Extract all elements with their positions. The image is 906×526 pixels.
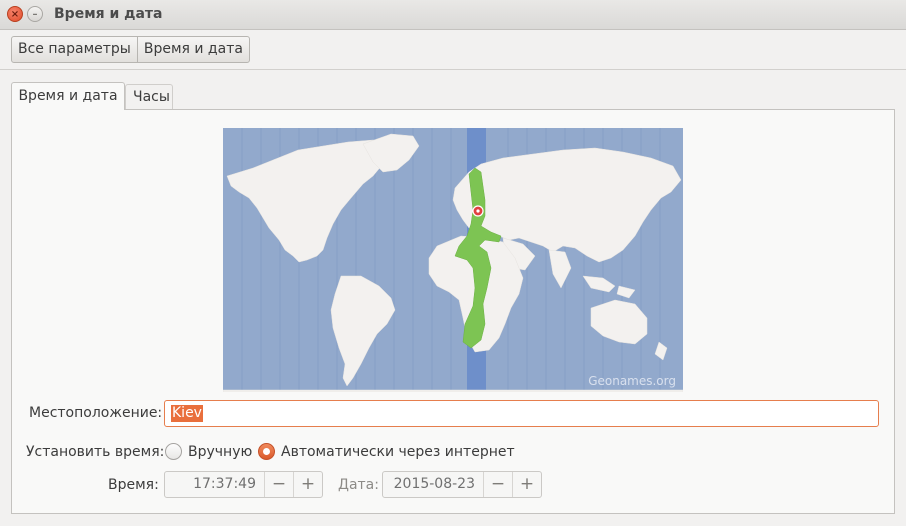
date-spinner[interactable]: 2015-08-23 − + <box>382 471 542 498</box>
set-time-label: Установить время: <box>26 444 165 460</box>
manual-radio-label[interactable]: Вручную <box>188 444 252 460</box>
breadcrumb-time-date[interactable]: Время и дата <box>136 37 249 62</box>
date-decrement-button[interactable]: − <box>483 472 512 497</box>
map-credit: Geonames.org <box>588 374 676 388</box>
window-title: Время и дата <box>54 6 163 22</box>
close-window-icon[interactable]: × <box>7 6 23 22</box>
title-bar: × – Время и дата <box>0 0 906 30</box>
time-value: 17:37:49 <box>193 476 256 492</box>
breadcrumb: Все параметры Время и дата <box>11 36 250 63</box>
time-spinner[interactable]: 17:37:49 − + <box>164 471 323 498</box>
location-pin-icon <box>472 205 484 217</box>
date-label: Дата: <box>338 477 379 493</box>
location-label: Местоположение: <box>29 405 163 421</box>
date-increment-button[interactable]: + <box>512 472 541 497</box>
location-value: Kiev <box>171 405 203 422</box>
time-increment-button[interactable]: + <box>293 472 322 497</box>
breadcrumb-all-settings[interactable]: Все параметры <box>12 37 137 62</box>
tab-time-date[interactable]: Время и дата <box>11 82 125 110</box>
time-label: Время: <box>108 477 159 493</box>
location-input[interactable]: Kiev <box>164 400 879 427</box>
auto-internet-radio[interactable] <box>258 443 275 460</box>
toolbar: Все параметры Время и дата <box>0 30 906 70</box>
world-map-graphic <box>223 128 683 392</box>
auto-internet-radio-label[interactable]: Автоматически через интернет <box>281 444 515 460</box>
time-decrement-button[interactable]: − <box>264 472 293 497</box>
manual-radio[interactable] <box>165 443 182 460</box>
tab-clock[interactable]: Часы <box>125 84 173 109</box>
minimize-window-icon[interactable]: – <box>27 6 43 22</box>
date-value: 2015-08-23 <box>393 476 475 492</box>
timezone-map[interactable]: Geonames.org <box>223 128 683 392</box>
